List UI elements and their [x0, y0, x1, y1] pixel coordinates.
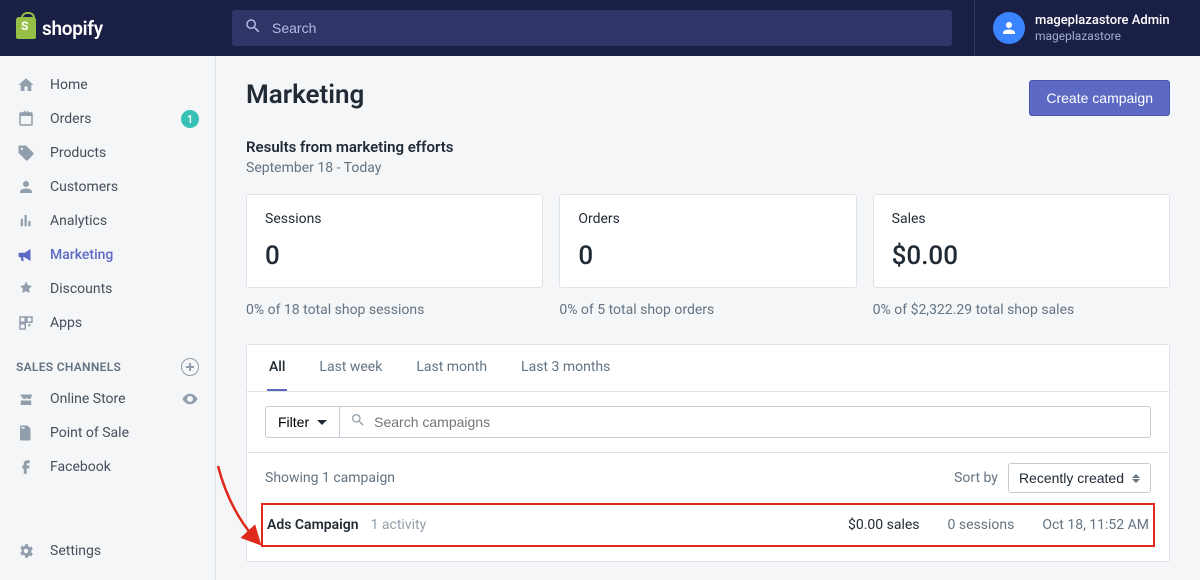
- user-store: mageplazastore: [1035, 29, 1170, 43]
- campaign-search[interactable]: [340, 406, 1151, 438]
- showing-count: Showing 1 campaign: [265, 470, 954, 486]
- orders-icon: [16, 109, 36, 129]
- stat-value: $0.00: [892, 241, 1151, 271]
- section-label: SALES CHANNELS: [16, 360, 121, 374]
- sidebar-item-label: Analytics: [50, 213, 107, 229]
- main-content: Marketing Create campaign Results from m…: [216, 56, 1200, 580]
- results-subhead: Results from marketing efforts: [246, 138, 1170, 156]
- apps-icon: [16, 313, 36, 333]
- search-icon: [350, 412, 366, 432]
- sidebar-item-label: Settings: [50, 543, 101, 559]
- shopify-bag-icon: [16, 17, 36, 39]
- sales-card[interactable]: Sales $0.00: [873, 194, 1170, 288]
- user-menu[interactable]: mageplazastore Admin mageplazastore: [993, 12, 1170, 44]
- tab-last-3-months[interactable]: Last 3 months: [519, 345, 612, 391]
- tab-all[interactable]: All: [267, 345, 287, 391]
- logo[interactable]: shopify: [16, 17, 216, 40]
- sales-footnote: 0% of $2,322.29 total shop sales: [873, 302, 1170, 318]
- orders-card[interactable]: Orders 0: [559, 194, 856, 288]
- channel-label: Online Store: [50, 391, 126, 407]
- stat-label: Sales: [892, 211, 1151, 227]
- add-channel-icon[interactable]: [181, 358, 199, 376]
- stat-value: 0: [578, 241, 837, 271]
- stat-value: 0: [265, 241, 524, 271]
- facebook-icon: [16, 457, 36, 477]
- sidebar-item-discounts[interactable]: Discounts: [0, 272, 215, 306]
- sidebar-item-home[interactable]: Home: [0, 68, 215, 102]
- person-icon: [16, 177, 36, 197]
- sidebar-item-apps[interactable]: Apps: [0, 306, 215, 340]
- caret-down-icon: [317, 420, 327, 425]
- analytics-icon: [16, 211, 36, 231]
- sidebar-item-label: Orders: [50, 111, 92, 127]
- tab-last-week[interactable]: Last week: [317, 345, 384, 391]
- campaign-activity: 1 activity: [371, 517, 427, 533]
- sidebar-item-label: Apps: [50, 315, 82, 331]
- channel-label: Facebook: [50, 459, 111, 475]
- sort-selected: Recently created: [1019, 470, 1124, 486]
- home-icon: [16, 75, 36, 95]
- sort-label: Sort by: [954, 470, 998, 486]
- filter-button[interactable]: Filter: [265, 406, 340, 438]
- sort-select[interactable]: Recently created: [1008, 463, 1151, 493]
- eye-icon[interactable]: [181, 390, 199, 408]
- sessions-footnote: 0% of 18 total shop sessions: [246, 302, 543, 318]
- sidebar-item-label: Customers: [50, 179, 118, 195]
- sidebar-item-label: Discounts: [50, 281, 112, 297]
- stat-label: Sessions: [265, 211, 524, 227]
- channel-pos[interactable]: Point of Sale: [0, 416, 215, 450]
- sidebar-item-settings[interactable]: Settings: [0, 534, 215, 568]
- tag-icon: [16, 143, 36, 163]
- search-input[interactable]: [272, 20, 940, 36]
- gear-icon: [16, 541, 36, 561]
- campaign-search-input[interactable]: [374, 414, 1140, 430]
- campaign-sales: $0.00 sales: [848, 517, 920, 533]
- campaign-name: Ads Campaign: [267, 517, 359, 533]
- tab-last-month[interactable]: Last month: [414, 345, 489, 391]
- pos-icon: [16, 423, 36, 443]
- tabs: All Last week Last month Last 3 months: [247, 345, 1169, 392]
- sidebar-item-label: Marketing: [50, 247, 113, 263]
- store-icon: [16, 389, 36, 409]
- sidebar-item-customers[interactable]: Customers: [0, 170, 215, 204]
- sidebar-item-orders[interactable]: Orders 1: [0, 102, 215, 136]
- date-range: September 18 - Today: [246, 160, 1170, 176]
- megaphone-icon: [16, 245, 36, 265]
- channel-label: Point of Sale: [50, 425, 129, 441]
- sidebar-item-label: Home: [50, 77, 88, 93]
- orders-badge: 1: [181, 110, 199, 128]
- channel-online-store[interactable]: Online Store: [0, 382, 215, 416]
- campaign-row[interactable]: Ads Campaign 1 activity $0.00 sales 0 se…: [261, 503, 1155, 547]
- sidebar-item-label: Products: [50, 145, 106, 161]
- user-name: mageplazastore Admin: [1035, 13, 1170, 29]
- stat-label: Orders: [578, 211, 837, 227]
- sidebar-item-products[interactable]: Products: [0, 136, 215, 170]
- sessions-card[interactable]: Sessions 0: [246, 194, 543, 288]
- page-title: Marketing: [246, 80, 364, 110]
- sidebar-item-analytics[interactable]: Analytics: [0, 204, 215, 238]
- search-icon: [244, 17, 262, 39]
- discount-icon: [16, 279, 36, 299]
- orders-footnote: 0% of 5 total shop orders: [559, 302, 856, 318]
- sidebar-item-marketing[interactable]: Marketing: [0, 238, 215, 272]
- brand-name: shopify: [42, 17, 103, 40]
- filter-label: Filter: [278, 414, 309, 430]
- sidebar: Home Orders 1 Products Customers Analyti…: [0, 56, 216, 580]
- campaign-sessions: 0 sessions: [948, 517, 1015, 533]
- sort-caret-icon: [1132, 474, 1140, 483]
- channel-facebook[interactable]: Facebook: [0, 450, 215, 484]
- avatar: [993, 12, 1025, 44]
- global-search[interactable]: [232, 10, 952, 46]
- create-campaign-button[interactable]: Create campaign: [1029, 80, 1170, 116]
- campaigns-card: All Last week Last month Last 3 months F…: [246, 344, 1170, 562]
- campaign-date: Oct 18, 11:52 AM: [1042, 517, 1149, 533]
- sales-channels-header: SALES CHANNELS: [0, 340, 215, 382]
